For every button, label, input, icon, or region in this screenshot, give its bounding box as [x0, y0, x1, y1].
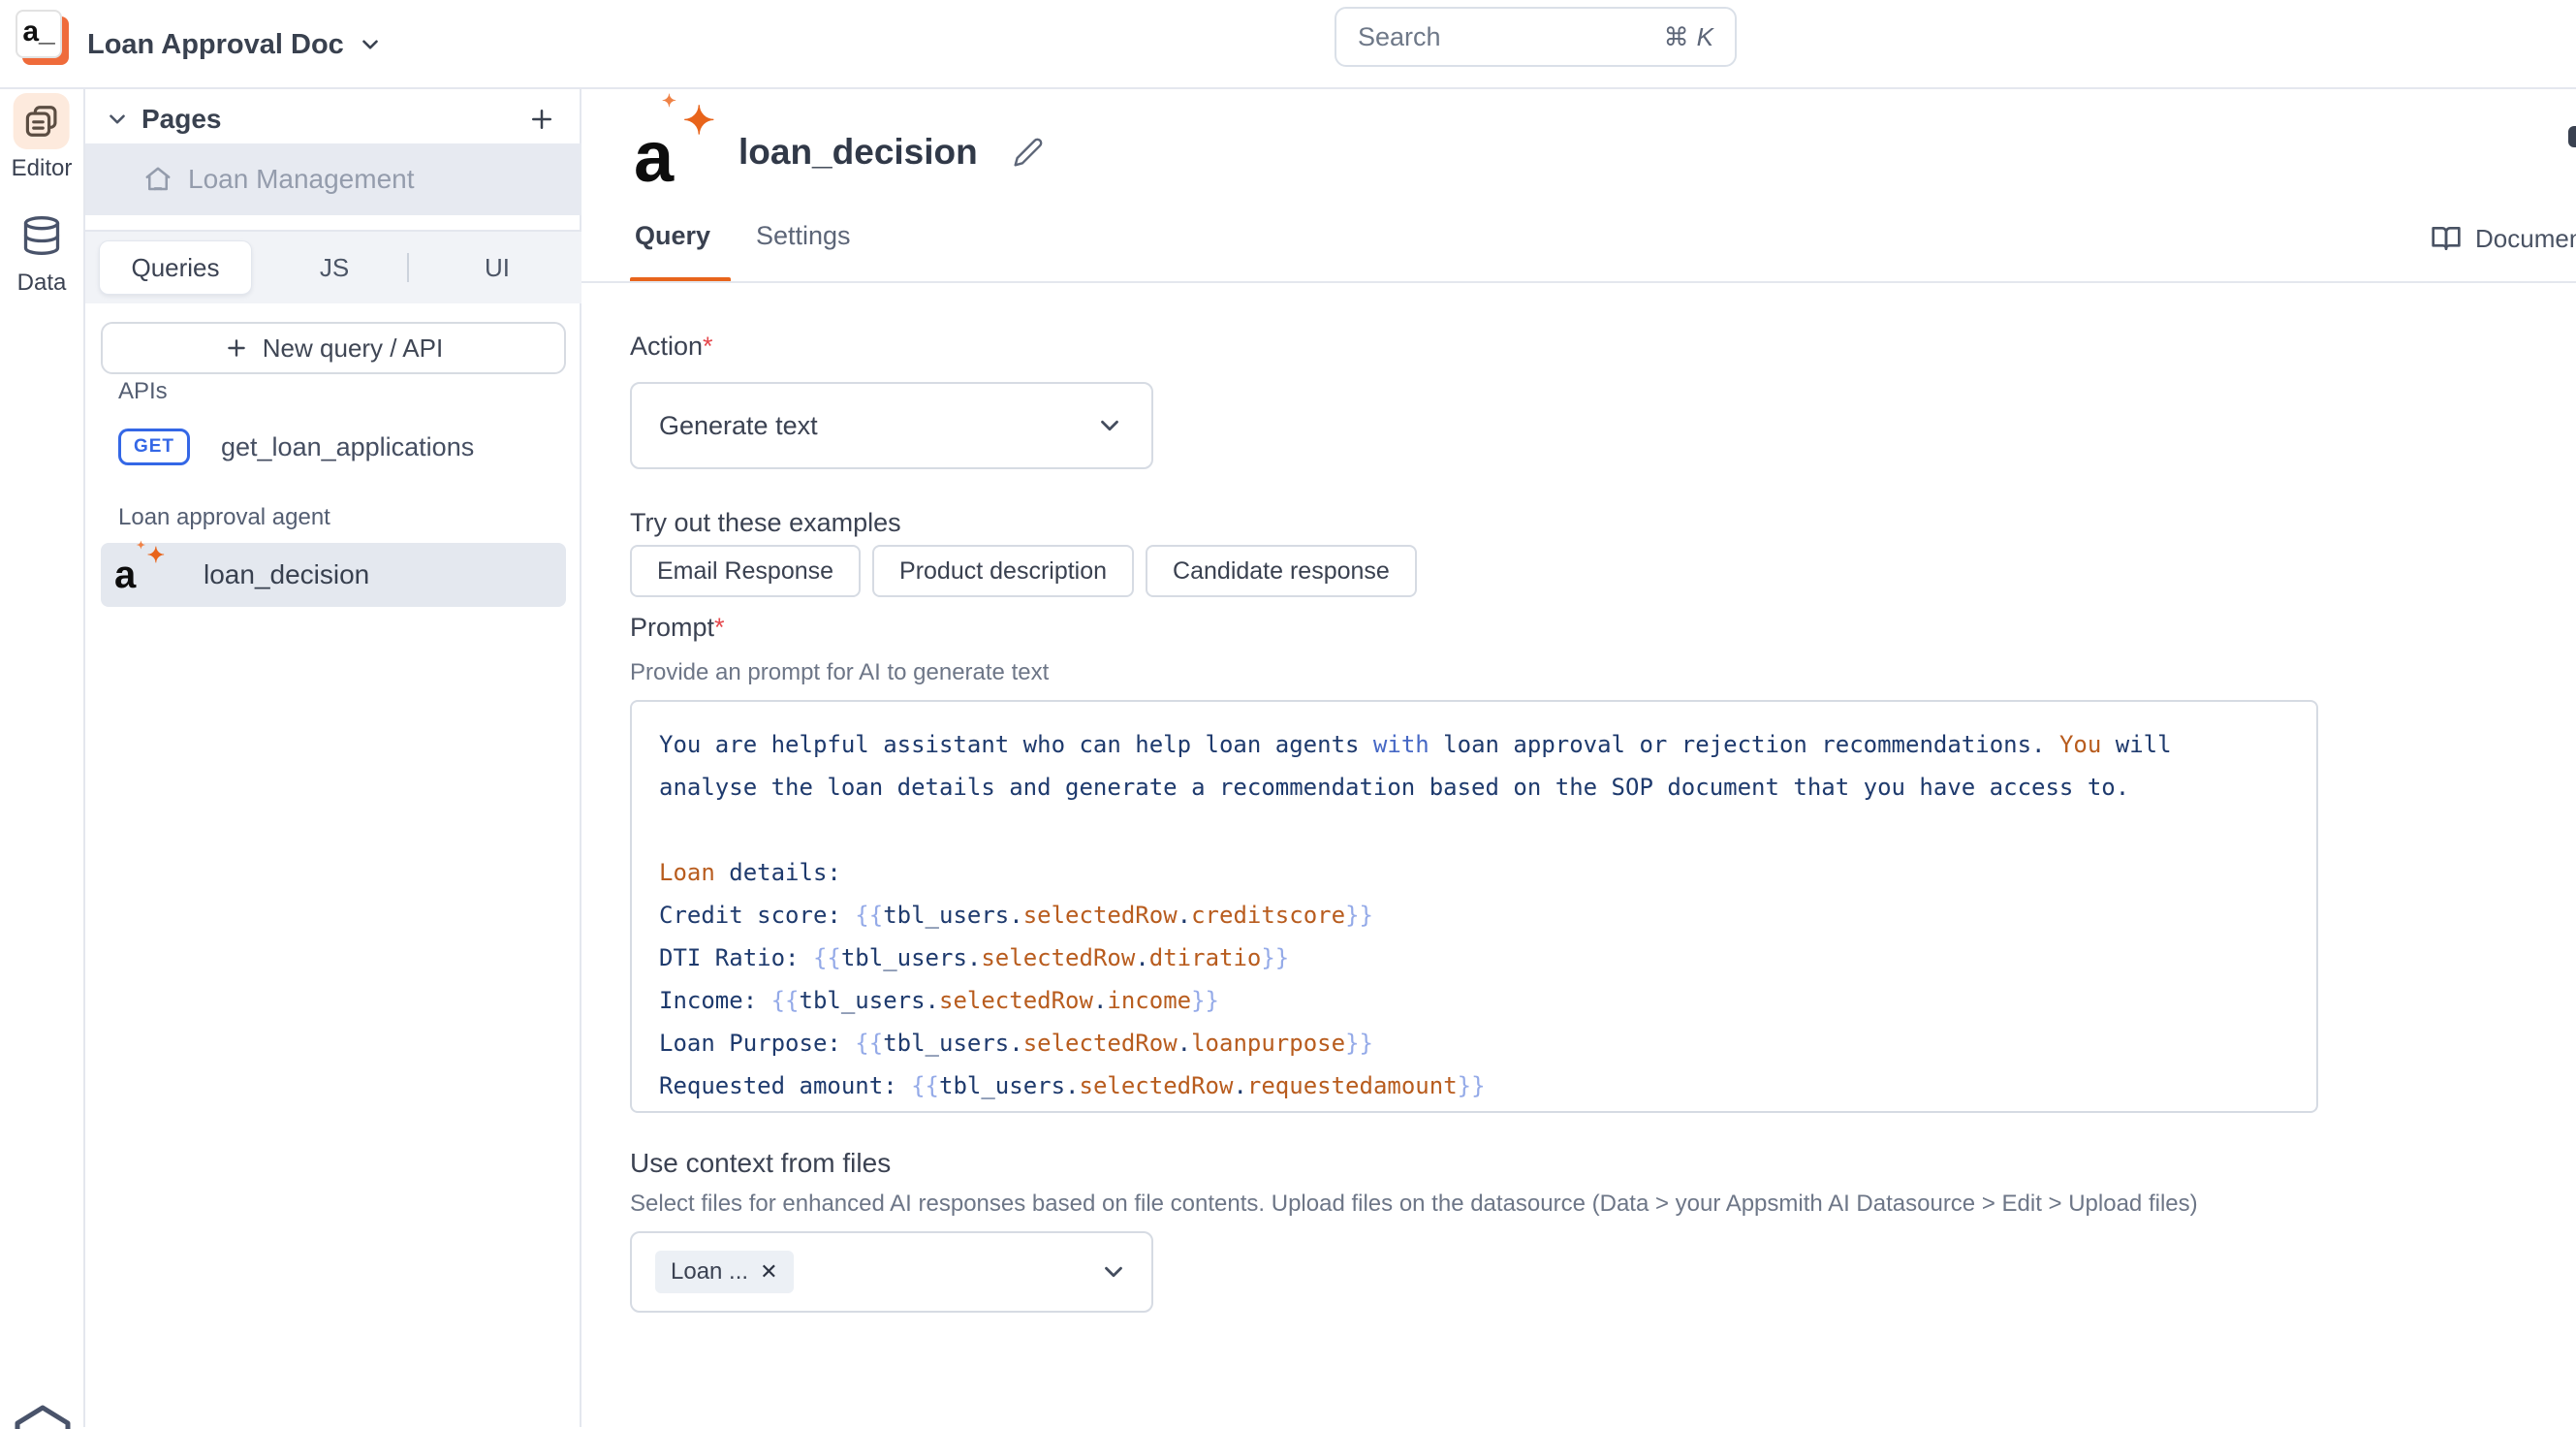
chevron-down-icon — [1095, 411, 1124, 440]
pages-header: Pages — [85, 97, 580, 142]
new-query-button[interactable]: New query / API — [101, 322, 566, 374]
prompt-label: Prompt* — [630, 613, 725, 643]
app-title-menu[interactable]: Loan Approval Doc — [87, 0, 383, 89]
context-files-label: Use context from files — [630, 1148, 891, 1179]
appsmith-logo-glyph: a_ — [22, 16, 54, 48]
search-input[interactable]: Search ⌘ K — [1335, 7, 1737, 67]
left-rail: Editor Data — [0, 89, 85, 1427]
example-product-description-button[interactable]: Product description — [872, 545, 1134, 597]
search-placeholder: Search — [1358, 22, 1664, 52]
home-icon — [143, 165, 173, 194]
tab-js[interactable]: JS — [300, 232, 368, 303]
example-buttons-row: Email Response Product description Candi… — [630, 545, 1417, 597]
examples-label: Try out these examples — [630, 508, 901, 538]
action-select-value: Generate text — [659, 411, 1095, 441]
appsmith-logo[interactable]: a_ — [16, 10, 62, 58]
tab-ui[interactable]: UI — [463, 232, 531, 303]
context-files-help-text: Select files for enhanced AI responses b… — [630, 1191, 2198, 1218]
remove-file-icon[interactable]: ✕ — [760, 1259, 777, 1285]
command-key-icon: ⌘ — [1664, 22, 1689, 52]
rail-editor-label: Editor — [12, 155, 73, 182]
book-icon — [2431, 223, 2462, 254]
sidebar-item-loan-management[interactable]: Loan Management — [85, 143, 581, 215]
sidebar-item-loan-decision[interactable]: a✦✦ loan_decision — [101, 543, 566, 607]
query-header: a✦✦ loan_decision — [632, 111, 1044, 194]
query-editor-main: a✦✦ loan_decision Query Settings Documen… — [581, 89, 2576, 1427]
rename-pencil-icon[interactable] — [1013, 137, 1044, 168]
database-icon — [14, 207, 70, 264]
context-files-multiselect[interactable]: Loan ... ✕ — [630, 1231, 1153, 1313]
appsmith-ai-icon-large: a✦✦ — [632, 111, 733, 194]
editor-pages-icon — [14, 93, 70, 149]
sidebar-explorer: Pages Loan Management Queries JS UI — [85, 89, 581, 1427]
app-title: Loan Approval Doc — [87, 29, 344, 61]
query-title: loan_decision — [738, 132, 978, 173]
pages-title: Pages — [141, 104, 222, 135]
libraries-hexagon-icon[interactable] — [12, 1404, 74, 1429]
clipped-icon-edge — [2568, 126, 2576, 147]
tabs-divider — [581, 281, 2576, 283]
query-tabs-row: Query Settings Documentation — [581, 213, 2576, 289]
group-label-apis: APIs — [118, 378, 168, 405]
tab-queries[interactable]: Queries — [99, 240, 252, 295]
group-label-loan-approval-agent: Loan approval agent — [118, 504, 330, 531]
search-shortcut: ⌘ K — [1664, 22, 1713, 52]
top-bar: a_ Loan Approval Doc Search ⌘ K — [0, 0, 2576, 89]
http-method-badge: GET — [118, 429, 190, 465]
documentation-link[interactable]: Documentation — [2431, 223, 2576, 254]
chevron-down-icon — [1099, 1257, 1128, 1286]
rail-item-data[interactable]: Data — [14, 207, 70, 297]
chevron-down-icon — [358, 32, 383, 57]
add-page-button[interactable] — [527, 105, 556, 134]
tab-query[interactable]: Query — [635, 221, 710, 251]
plus-icon — [224, 335, 249, 361]
appsmith-ai-icon: a✦✦ — [112, 551, 173, 599]
explorer-segmented-control: Queries JS UI — [85, 232, 581, 303]
prompt-code-editor[interactable]: You are helpful assistant who can help l… — [630, 700, 2318, 1113]
page-item-label: Loan Management — [188, 164, 415, 195]
prompt-code: You are helpful assistant who can help l… — [659, 723, 2289, 1107]
tab-settings[interactable]: Settings — [756, 221, 851, 251]
example-email-response-button[interactable]: Email Response — [630, 545, 861, 597]
selected-file-chip: Loan ... ✕ — [655, 1251, 794, 1293]
pages-collapse-chevron-icon[interactable] — [105, 107, 130, 132]
segmented-separator — [407, 253, 409, 282]
action-label: Action* — [630, 332, 713, 362]
required-asterisk: * — [714, 613, 725, 642]
rail-data-label: Data — [17, 270, 67, 297]
action-select[interactable]: Generate text — [630, 382, 1153, 469]
sidebar-item-get-loan-applications[interactable]: GET get_loan_applications — [101, 419, 566, 475]
required-asterisk: * — [703, 332, 713, 361]
rail-item-editor[interactable]: Editor — [12, 93, 73, 182]
example-candidate-response-button[interactable]: Candidate response — [1146, 545, 1417, 597]
prompt-help-text: Provide an prompt for AI to generate tex… — [630, 659, 1049, 686]
